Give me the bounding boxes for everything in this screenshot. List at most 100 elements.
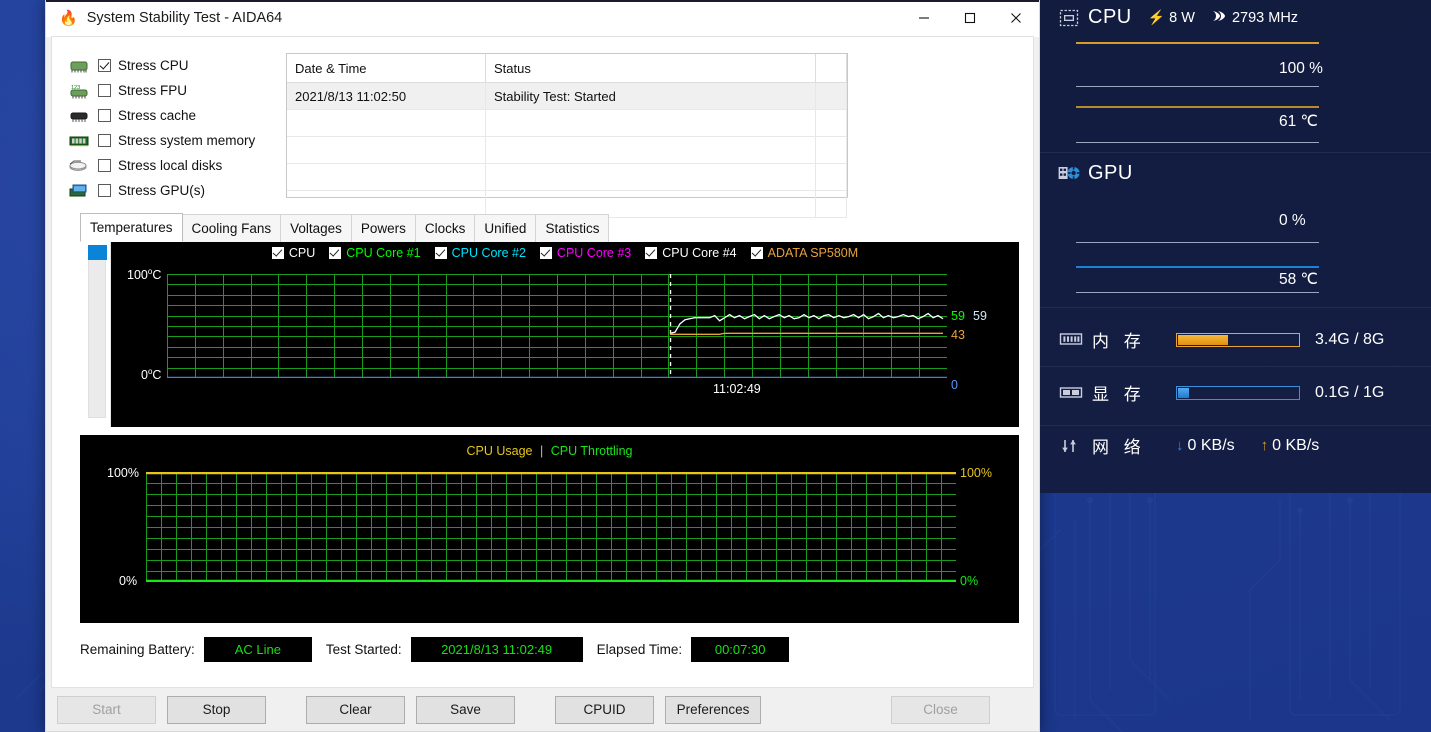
stress-cache-checkbox[interactable]: [98, 109, 111, 122]
minimize-button[interactable]: [901, 0, 947, 36]
legend-item-cpu-core-1[interactable]: CPU Core #1: [329, 246, 421, 260]
temp-axis-label-top: 100oC: [127, 267, 162, 283]
aida64-stability-test-window: 🔥 System Stability Test - AIDA64 Stress …: [45, 0, 1040, 732]
cpu-usage-chart[interactable]: CPU Usage | CPU Throttling 100% 0% 100% …: [80, 435, 1019, 623]
table-row[interactable]: [287, 163, 847, 191]
legend-checkbox[interactable]: [645, 247, 658, 259]
column-header-datetime[interactable]: Date & Time: [287, 54, 486, 83]
sidebar-gpu-block[interactable]: GPU 0 % 58 ℃: [1040, 152, 1431, 307]
cell-extra: [815, 136, 847, 164]
legend-label: CPU Core #1: [346, 246, 421, 260]
network-download-value: 0 KB/s: [1187, 436, 1235, 454]
preferences-button[interactable]: Preferences: [665, 695, 761, 724]
sidebar-divider: [1040, 366, 1431, 367]
start-button[interactable]: Start: [57, 695, 156, 724]
stress-cpu-checkbox[interactable]: [98, 59, 111, 72]
elapsed-time-label: Elapsed Time:: [596, 642, 683, 657]
hard-disk-icon: [66, 157, 92, 175]
graph-scale-slider[interactable]: [80, 242, 111, 427]
window-titlebar[interactable]: 🔥 System Stability Test - AIDA64: [46, 0, 1039, 37]
column-header-extra[interactable]: [815, 54, 847, 83]
stress-option-gpu[interactable]: Stress GPU(s): [66, 178, 280, 203]
tab-powers[interactable]: Powers: [350, 214, 416, 242]
network-upload: ↑ 0 KB/s: [1261, 437, 1320, 455]
gpu-temp-value: 58 ℃: [1279, 271, 1318, 288]
stress-fpu-checkbox[interactable]: [98, 84, 111, 97]
table-row[interactable]: [287, 136, 847, 164]
cpu-usage-baseline: [1076, 86, 1319, 87]
cpu-usage-plot: [146, 472, 956, 582]
title-part-separator: |: [540, 444, 544, 458]
cpu-chip-icon: [1058, 8, 1080, 28]
memory-module-icon: [66, 132, 92, 150]
slider-thumb[interactable]: [88, 245, 107, 260]
tab-cooling-fans[interactable]: Cooling Fans: [181, 214, 282, 242]
legend-checkbox[interactable]: [750, 247, 763, 259]
cpu-temp-trace: [1076, 106, 1319, 108]
legend-item-cpu-core-2[interactable]: CPU Core #2: [434, 246, 526, 260]
cpu-usage-value: 100 %: [1279, 60, 1323, 77]
legend-checkbox[interactable]: [271, 247, 284, 259]
table-row[interactable]: 2021/8/13 11:02:50 Stability Test: Start…: [287, 82, 847, 110]
save-button[interactable]: Save: [416, 695, 515, 724]
close-button[interactable]: [993, 0, 1039, 36]
waves-icon: [1211, 9, 1228, 27]
cpu-usage-title: CPU Usage | CPU Throttling: [80, 444, 1019, 458]
tab-clocks[interactable]: Clocks: [414, 214, 476, 242]
clear-button[interactable]: Clear: [306, 695, 405, 724]
sidebar-vram-row[interactable]: 显 存 0.1G / 1G: [1040, 366, 1431, 419]
close-footer-button[interactable]: Close: [891, 695, 990, 724]
status-log-table[interactable]: Date & Time Status 2021/8/13 11:02:50 St…: [286, 53, 848, 218]
legend-item-adata-sp580m[interactable]: ADATA SP580M: [750, 246, 858, 260]
arrow-down-icon: ↓: [1176, 437, 1184, 454]
stress-system-memory-checkbox[interactable]: [98, 134, 111, 147]
stress-option-label: Stress GPU(s): [118, 183, 206, 198]
temperature-plot: [167, 274, 947, 378]
window-client-area: Stress CPU 123 Stress FPU Stress cache S…: [51, 36, 1034, 688]
cpu-label: CPU: [1088, 6, 1132, 28]
stress-gpu-checkbox[interactable]: [98, 184, 111, 197]
legend-label: CPU Core #3: [556, 246, 632, 260]
column-header-status[interactable]: Status: [485, 54, 816, 83]
cpuid-button[interactable]: CPUID: [555, 695, 654, 724]
legend-item-cpu[interactable]: CPU: [271, 246, 315, 260]
vram-usage-bar: [1176, 385, 1300, 400]
network-arrows-icon: [1058, 436, 1084, 456]
stress-option-cpu[interactable]: Stress CPU: [66, 53, 280, 78]
stress-option-fpu[interactable]: 123 Stress FPU: [66, 78, 280, 103]
cache-chip-icon: [66, 107, 92, 125]
tab-temperatures[interactable]: Temperatures: [80, 213, 183, 242]
cell-extra: [815, 82, 847, 110]
vram-value: 0.1G / 1G: [1315, 383, 1385, 401]
maximize-button[interactable]: [947, 0, 993, 36]
stop-button[interactable]: Stop: [167, 695, 266, 724]
window-footer: Start Stop Clear Save CPUID Preferences …: [46, 688, 1039, 731]
stress-option-local-disks[interactable]: Stress local disks: [66, 153, 280, 178]
legend-item-cpu-core-3[interactable]: CPU Core #3: [539, 246, 632, 260]
legend-checkbox[interactable]: [539, 247, 552, 259]
cell-status: [485, 136, 816, 164]
legend-item-cpu-core-4[interactable]: CPU Core #4: [645, 246, 737, 260]
tab-voltages[interactable]: Voltages: [280, 214, 352, 242]
gpu-temp-baseline: [1076, 292, 1319, 293]
temp-value-disk: 43: [951, 328, 965, 342]
legend-checkbox[interactable]: [329, 247, 342, 259]
stress-option-cache[interactable]: Stress cache: [66, 103, 280, 128]
memory-usage-bar: [1176, 332, 1300, 347]
legend-checkbox[interactable]: [434, 247, 447, 259]
stress-local-disks-checkbox[interactable]: [98, 159, 111, 172]
flame-icon: 🔥: [59, 9, 78, 27]
slider-track[interactable]: [88, 250, 106, 418]
cell-status: [485, 163, 816, 191]
usage-axis-top-right: 100%: [960, 466, 992, 480]
cell-status: [485, 109, 816, 137]
stress-option-system-memory[interactable]: Stress system memory: [66, 128, 280, 153]
sidebar-network-row[interactable]: 网 络 ↓ 0 KB/s ↑ 0 KB/s: [1040, 419, 1431, 472]
tab-unified[interactable]: Unified: [474, 214, 537, 242]
sidebar-memory-row[interactable]: 内 存 3.4G / 8G: [1040, 313, 1431, 366]
sidebar-cpu-block[interactable]: CPU ⚡ 8 W 2793 MHz 100 % 61 ℃: [1040, 0, 1431, 152]
gpu-card-icon: [66, 182, 92, 200]
temperature-chart[interactable]: CPU CPU Core #1 CPU Core #2 CPU Core #3 …: [111, 242, 1019, 427]
tab-statistics[interactable]: Statistics: [535, 214, 610, 242]
table-row[interactable]: [287, 109, 847, 137]
